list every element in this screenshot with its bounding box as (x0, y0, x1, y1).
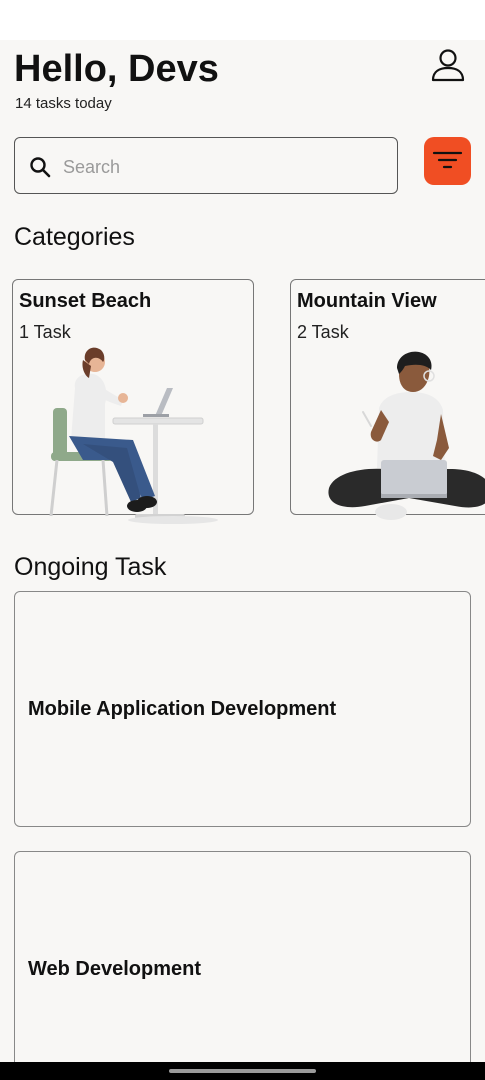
task-count-subtitle: 14 tasks today (15, 95, 112, 112)
man-with-laptop-illustration (328, 351, 485, 520)
greeting-title: Hello, Devs (14, 48, 219, 90)
search-input[interactable] (61, 148, 385, 186)
ongoing-task-card[interactable]: Mobile Application Development (14, 591, 471, 827)
category-task-count: 1 Task (19, 322, 71, 342)
search-icon (30, 157, 51, 178)
categories-heading: Categories (14, 223, 135, 251)
system-navigation-bar (0, 1062, 485, 1080)
ongoing-task-heading: Ongoing Task (14, 553, 167, 581)
user-profile-icon (431, 49, 465, 82)
home-gesture-handle[interactable] (169, 1069, 316, 1073)
ongoing-task-title: Mobile Application Development (28, 698, 337, 720)
profile-button[interactable] (428, 46, 468, 86)
woman-at-desk-illustration (49, 347, 218, 524)
ongoing-task-title: Web Development (28, 958, 201, 980)
status-bar (0, 0, 485, 40)
filter-button[interactable] (424, 137, 471, 185)
search-bar[interactable] (14, 137, 398, 194)
filter-lines-icon (432, 151, 463, 169)
category-card-sunset-beach[interactable]: Sunset Beach 1 Task (12, 279, 254, 524)
category-task-count: 2 Task (297, 322, 349, 342)
category-card-mountain-view[interactable]: Mountain View 2 Task (290, 279, 485, 520)
category-title: Sunset Beach (19, 290, 152, 312)
ongoing-task-card[interactable]: Web Development (14, 851, 471, 1062)
app-screen: Hello, Devs 14 tasks today Categories (0, 0, 485, 1080)
category-title: Mountain View (297, 290, 437, 312)
home-page: Hello, Devs 14 tasks today Categories (0, 40, 485, 1062)
